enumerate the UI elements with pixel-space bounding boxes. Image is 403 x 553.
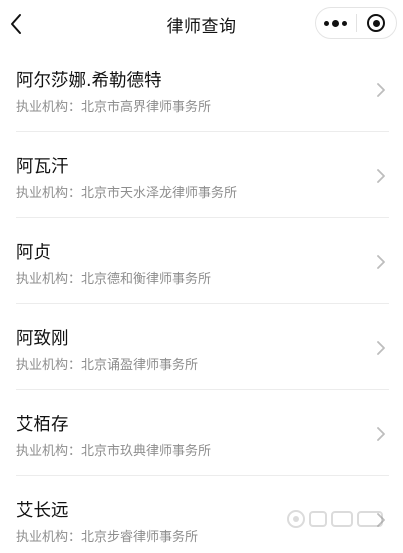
firm-name: 北京市玖典律师事务所 — [81, 444, 212, 459]
screen: 律师查询 阿尔莎娜.希勒德特 执业机构：北京市高界律师事务所 阿瓦汗 执业机构：… — [0, 0, 403, 553]
firm-name: 北京市天水泽龙律师事务所 — [81, 186, 238, 201]
firm-prefix: 执业机构： — [16, 272, 82, 287]
list-item[interactable]: 艾栢存 执业机构：北京市玖典律师事务所 — [16, 390, 389, 476]
watermark-logo — [287, 510, 383, 528]
firm-name: 北京步睿律师事务所 — [81, 530, 199, 545]
lawyer-name: 阿尔莎娜.希勒德特 — [16, 71, 162, 91]
more-dots-icon — [324, 19, 348, 27]
lawyer-name: 阿贞 — [16, 243, 51, 263]
firm-line: 执业机构：北京诵盈律师事务所 — [16, 354, 198, 373]
firm-line: 执业机构：北京步睿律师事务所 — [16, 526, 198, 545]
firm-prefix: 执业机构： — [16, 444, 82, 459]
chevron-right-icon — [377, 255, 385, 269]
lawyer-list: 阿尔莎娜.希勒德特 执业机构：北京市高界律师事务所 阿瓦汗 执业机构：北京市天水… — [0, 46, 403, 553]
chevron-right-icon — [377, 341, 385, 355]
list-item[interactable]: 阿瓦汗 执业机构：北京市天水泽龙律师事务所 — [16, 132, 389, 218]
list-item[interactable]: 阿致刚 执业机构：北京诵盈律师事务所 — [16, 304, 389, 390]
list-item[interactable]: 阿贞 执业机构：北京德和衡律师事务所 — [16, 218, 389, 304]
firm-line: 执业机构：北京市高界律师事务所 — [16, 96, 211, 115]
lawyer-name: 阿致刚 — [16, 329, 69, 349]
firm-name: 北京德和衡律师事务所 — [81, 272, 212, 287]
firm-prefix: 执业机构： — [16, 186, 82, 201]
lawyer-name: 艾栢存 — [16, 415, 69, 435]
chevron-right-icon — [377, 83, 385, 97]
close-button[interactable] — [356, 8, 396, 38]
firm-line: 执业机构：北京市天水泽龙律师事务所 — [16, 182, 237, 201]
mini-program-capsule — [315, 7, 397, 39]
lawyer-name: 阿瓦汗 — [16, 157, 69, 177]
firm-name: 北京诵盈律师事务所 — [81, 358, 199, 373]
firm-prefix: 执业机构： — [16, 100, 82, 115]
firm-name: 北京市高界律师事务所 — [81, 100, 212, 115]
firm-line: 执业机构：北京德和衡律师事务所 — [16, 268, 211, 287]
firm-prefix: 执业机构： — [16, 358, 82, 373]
list-item[interactable]: 阿尔莎娜.希勒德特 执业机构：北京市高界律师事务所 — [16, 46, 389, 132]
firm-line: 执业机构：北京市玖典律师事务所 — [16, 440, 211, 459]
navbar: 律师查询 — [0, 0, 403, 46]
chevron-right-icon — [377, 427, 385, 441]
more-button[interactable] — [316, 8, 356, 38]
lawyer-name: 艾长远 — [16, 501, 69, 521]
chevron-right-icon — [377, 169, 385, 183]
target-circle-icon — [367, 14, 386, 32]
firm-prefix: 执业机构： — [16, 530, 82, 545]
